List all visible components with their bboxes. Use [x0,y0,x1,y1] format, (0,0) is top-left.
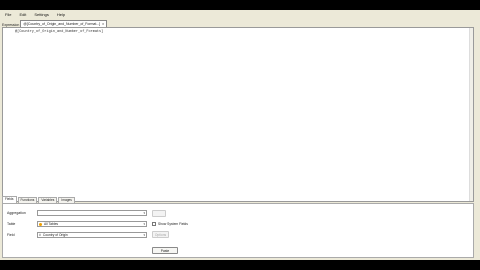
menu-help[interactable]: Help [56,12,66,17]
field-row: Field # Country of Origin ▾ [7,231,147,239]
field-select[interactable]: # Country of Origin ▾ [37,232,147,238]
expression-tab-strip: Expression @[Country_of_Origin_and_Numbe… [2,19,107,27]
menu-bar: File Edit Settings Help [0,10,480,18]
menu-settings[interactable]: Settings [33,12,49,17]
aggregation-label: Aggregation [7,211,26,215]
field-value: Country of Origin [42,233,68,237]
bottom-tab-strip: Fields Functions Variables Images [2,196,75,203]
vertical-scrollbar[interactable] [469,28,473,201]
expression-text[interactable]: @[Country_of_Origin_and_Number_of_Format… [15,30,103,34]
field-tab[interactable]: @[Country_of_Origin_and_Number_of_Format… [20,20,107,27]
tab-fields[interactable]: Fields [2,196,17,203]
fields-panel: Aggregation ▾ Table All Tables ▾ Show Sy… [2,203,474,258]
chevron-down-icon: ▾ [143,233,145,237]
menu-edit[interactable]: Edit [18,12,27,17]
field-type-icon: # [39,233,41,237]
expression-editor-window: File Edit Settings Help Expression @[Cou… [0,10,480,269]
show-system-fields-checkbox[interactable] [152,222,156,226]
disabled-button [152,209,166,217]
table-icon [39,222,42,226]
aggregation-row: Aggregation ▾ [7,209,166,217]
paste-button[interactable]: Paste [152,247,178,254]
menu-file[interactable]: File [4,12,12,17]
field-label: Field [7,233,15,237]
table-value: All Tables [44,222,59,226]
options-button: Options [152,231,169,238]
show-system-fields-label: Show System Fields [158,222,188,226]
aggregation-select[interactable]: ▾ [37,210,147,216]
chevron-down-icon: ▾ [143,211,145,215]
table-row: Table All Tables ▾ Show System Fields [7,220,188,228]
expression-editor[interactable]: @[Country_of_Origin_and_Number_of_Format… [2,27,474,202]
letterbox-top [0,0,480,10]
show-system-fields[interactable]: Show System Fields [152,222,188,226]
table-select[interactable]: All Tables ▾ [37,221,147,227]
table-label: Table [7,222,16,226]
letterbox-bottom [0,260,480,270]
chevron-down-icon: ▾ [143,222,145,226]
